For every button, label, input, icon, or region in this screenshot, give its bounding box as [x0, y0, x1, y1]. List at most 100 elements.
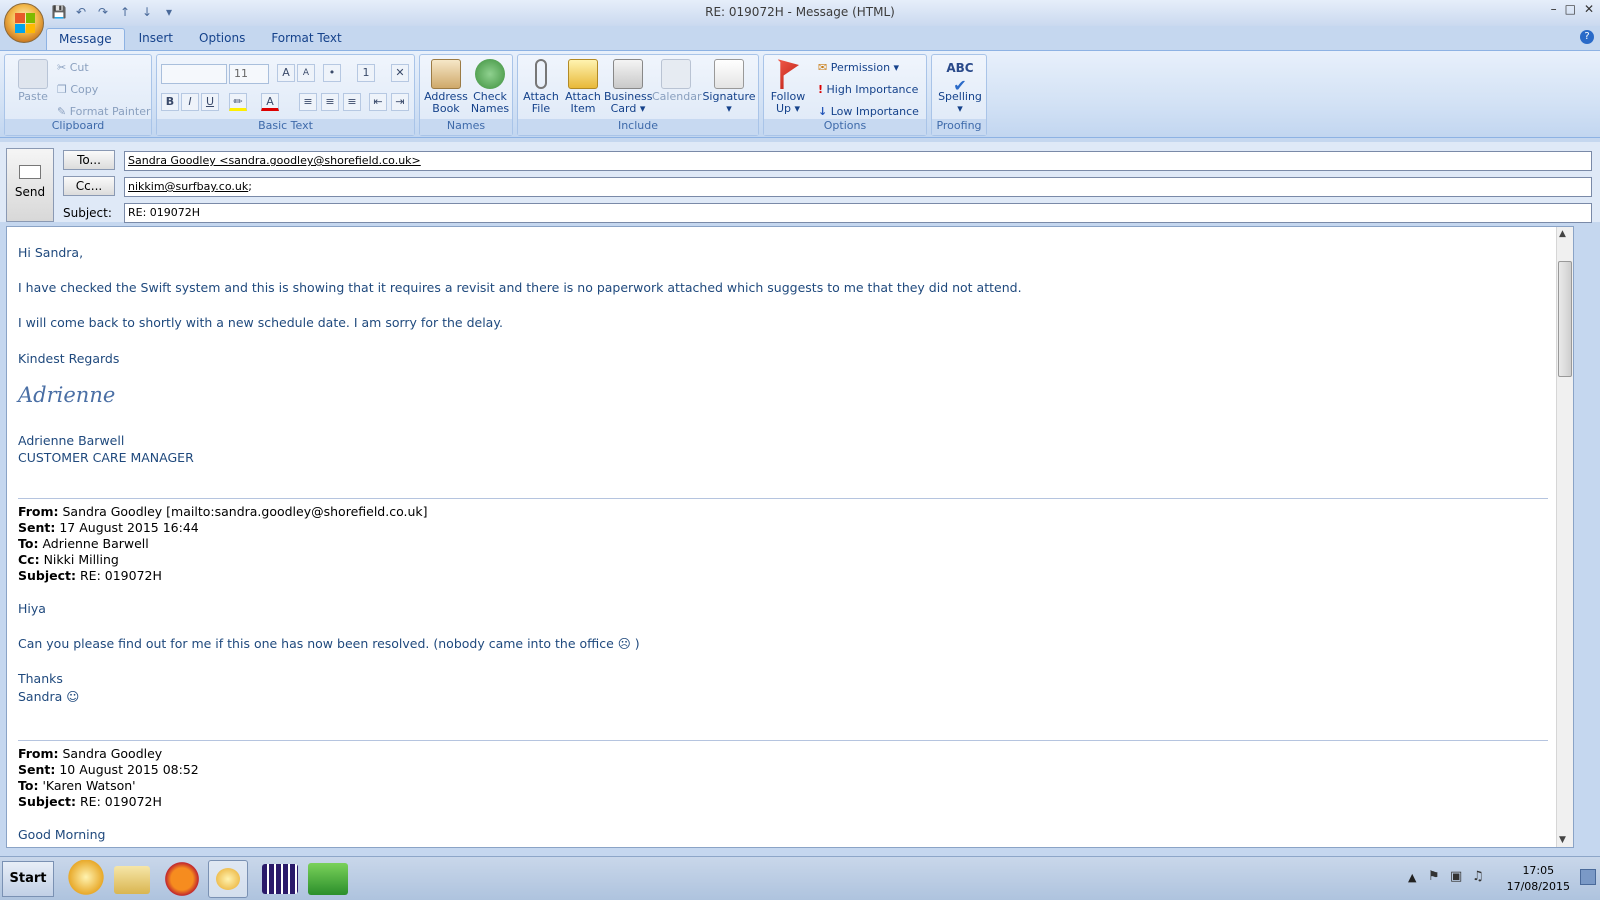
signature-pen-icon: [714, 59, 744, 89]
q1-thanks: Thanks: [18, 671, 63, 686]
outlook-icon[interactable]: [66, 860, 106, 898]
close-button[interactable]: ✕: [1584, 2, 1594, 16]
sage-icon[interactable]: [308, 863, 348, 895]
q1-sent: Sent: 17 August 2015 16:44: [18, 520, 199, 535]
check-names-icon: [475, 59, 505, 89]
attach-item-label-2: Item: [570, 102, 596, 115]
calendar-app-icon[interactable]: [262, 864, 298, 894]
signature-button[interactable]: Signature ▾: [702, 59, 756, 115]
font-color-icon[interactable]: A: [261, 93, 279, 111]
vertical-scrollbar[interactable]: ▲ ▼: [1556, 227, 1573, 847]
check-names-button[interactable]: Check Names: [468, 59, 512, 115]
scroll-thumb[interactable]: [1558, 261, 1572, 377]
signature-script: Adrienne: [18, 383, 116, 407]
cc-field[interactable]: nikkim@surfbay.co.uk;: [124, 177, 1592, 197]
explorer-folder-icon[interactable]: [114, 866, 150, 894]
message-body[interactable]: Hi Sandra, I have checked the Swift syst…: [6, 226, 1574, 848]
office-button[interactable]: [4, 3, 44, 43]
ribbon: Paste ✂ Cut ❐ Copy ✎ Format Painter Clip…: [0, 50, 1600, 138]
maximize-button[interactable]: □: [1565, 2, 1576, 16]
address-book-button[interactable]: Address Book: [424, 59, 468, 115]
permission-button[interactable]: ✉ Permission ▾: [818, 61, 899, 74]
q1-name: Sandra ☺: [18, 689, 80, 704]
bold-button[interactable]: B: [161, 93, 179, 111]
bullets-icon[interactable]: •: [323, 64, 341, 82]
firefox-icon[interactable]: [162, 860, 202, 898]
decrease-indent-icon[interactable]: ⇤: [369, 93, 387, 111]
network-icon[interactable]: ▣: [1450, 869, 1462, 884]
align-left-icon[interactable]: ≡: [299, 93, 317, 111]
underline-button[interactable]: U: [201, 93, 219, 111]
cut-button[interactable]: ✂ Cut: [57, 61, 89, 74]
minimize-button[interactable]: –: [1551, 2, 1557, 16]
tab-message[interactable]: Message: [46, 28, 125, 50]
names-group-label: Names: [420, 119, 512, 135]
help-icon[interactable]: ?: [1580, 30, 1594, 44]
copy-button[interactable]: ❐ Copy: [57, 83, 98, 96]
align-center-icon[interactable]: ≡: [321, 93, 339, 111]
q1-from: From: Sandra Goodley [mailto:sandra.good…: [18, 504, 428, 519]
align-right-icon[interactable]: ≡: [343, 93, 361, 111]
attach-item-button[interactable]: Attach Item: [562, 59, 604, 115]
outlook-message-icon[interactable]: [208, 860, 248, 898]
to-button[interactable]: To...: [63, 150, 115, 170]
check-names-label-2: Names: [470, 102, 510, 115]
include-group-label: Include: [518, 119, 758, 135]
signature-name: Adrienne Barwell: [18, 433, 125, 448]
body-line-2: I will come back to shortly with a new s…: [18, 315, 503, 330]
volume-icon[interactable]: ♫: [1472, 869, 1484, 884]
follow-up-label-2: Up: [775, 102, 791, 115]
spelling-button[interactable]: ABC ✔ Spelling ▾: [935, 59, 985, 115]
permission-label: Permission: [830, 61, 891, 74]
to-recipient[interactable]: Sandra Goodley <sandra.goodley@shorefiel…: [128, 154, 421, 167]
paperclip-icon: [535, 59, 547, 89]
clock-date: 17/08/2015: [1506, 880, 1570, 893]
low-importance-label: Low Importance: [830, 105, 919, 118]
subject-field[interactable]: RE: 019072H: [124, 203, 1592, 223]
calendar-button[interactable]: Calendar: [652, 59, 701, 103]
q2-partial: Good Morning: [18, 827, 106, 842]
q1-text: Can you please find out for me if this o…: [18, 636, 640, 651]
scroll-up-icon[interactable]: ▲: [1559, 229, 1566, 239]
shrink-font-icon[interactable]: A: [297, 64, 315, 82]
format-painter-button[interactable]: ✎ Format Painter: [57, 105, 151, 118]
proofing-group-label: Proofing: [932, 119, 986, 135]
action-center-flag-icon[interactable]: ⚑: [1428, 869, 1440, 884]
office-logo-icon: [15, 13, 35, 33]
body-line-1: I have checked the Swift system and this…: [18, 280, 1022, 295]
cc-recipient[interactable]: nikkim@surfbay.co.uk: [128, 180, 248, 193]
numbering-icon[interactable]: 1: [357, 64, 375, 82]
italic-button[interactable]: I: [181, 93, 199, 111]
font-size-combo[interactable]: 11: [229, 64, 269, 84]
tab-format-text[interactable]: Format Text: [259, 28, 353, 50]
quote-divider-2: [18, 740, 1548, 741]
tab-options[interactable]: Options: [187, 28, 257, 50]
start-button[interactable]: Start: [2, 861, 54, 897]
font-name-combo[interactable]: [161, 64, 227, 84]
tab-insert[interactable]: Insert: [127, 28, 185, 50]
to-field[interactable]: Sandra Goodley <sandra.goodley@shorefiel…: [124, 151, 1592, 171]
high-importance-button[interactable]: ! High Importance: [818, 83, 918, 96]
send-button[interactable]: Send: [6, 148, 54, 222]
grow-font-icon[interactable]: A: [277, 64, 295, 82]
paste-label: Paste: [18, 90, 48, 103]
clear-formatting-icon[interactable]: ✕: [391, 64, 409, 82]
names-group: Address Book Check Names Names: [419, 54, 513, 136]
highlight-icon[interactable]: ✏: [229, 93, 247, 111]
spelling-label: Spelling: [938, 90, 982, 103]
clock[interactable]: 17:05 17/08/2015: [1507, 863, 1570, 895]
cc-button[interactable]: Cc...: [63, 176, 115, 196]
low-importance-button[interactable]: ↓ Low Importance: [818, 105, 919, 118]
scroll-down-icon[interactable]: ▼: [1559, 835, 1566, 845]
paste-button[interactable]: Paste: [11, 59, 55, 103]
outlook-message-window: 💾 ↶ ↷ ↑ ↓ ▾ RE: 019072H - Message (HTML)…: [0, 0, 1600, 856]
show-hidden-icons-icon[interactable]: ▲: [1408, 871, 1416, 884]
increase-indent-icon[interactable]: ⇥: [391, 93, 409, 111]
follow-up-button[interactable]: Follow Up ▾: [766, 59, 810, 115]
title-bar: 💾 ↶ ↷ ↑ ↓ ▾ RE: 019072H - Message (HTML)…: [0, 0, 1600, 43]
basic-text-group-label: Basic Text: [157, 119, 414, 135]
business-card-button[interactable]: Business Card ▾: [604, 59, 653, 115]
attach-file-button[interactable]: Attach File: [520, 59, 562, 115]
address-book-label-2: Book: [432, 102, 460, 115]
show-desktop-button[interactable]: [1580, 869, 1596, 885]
